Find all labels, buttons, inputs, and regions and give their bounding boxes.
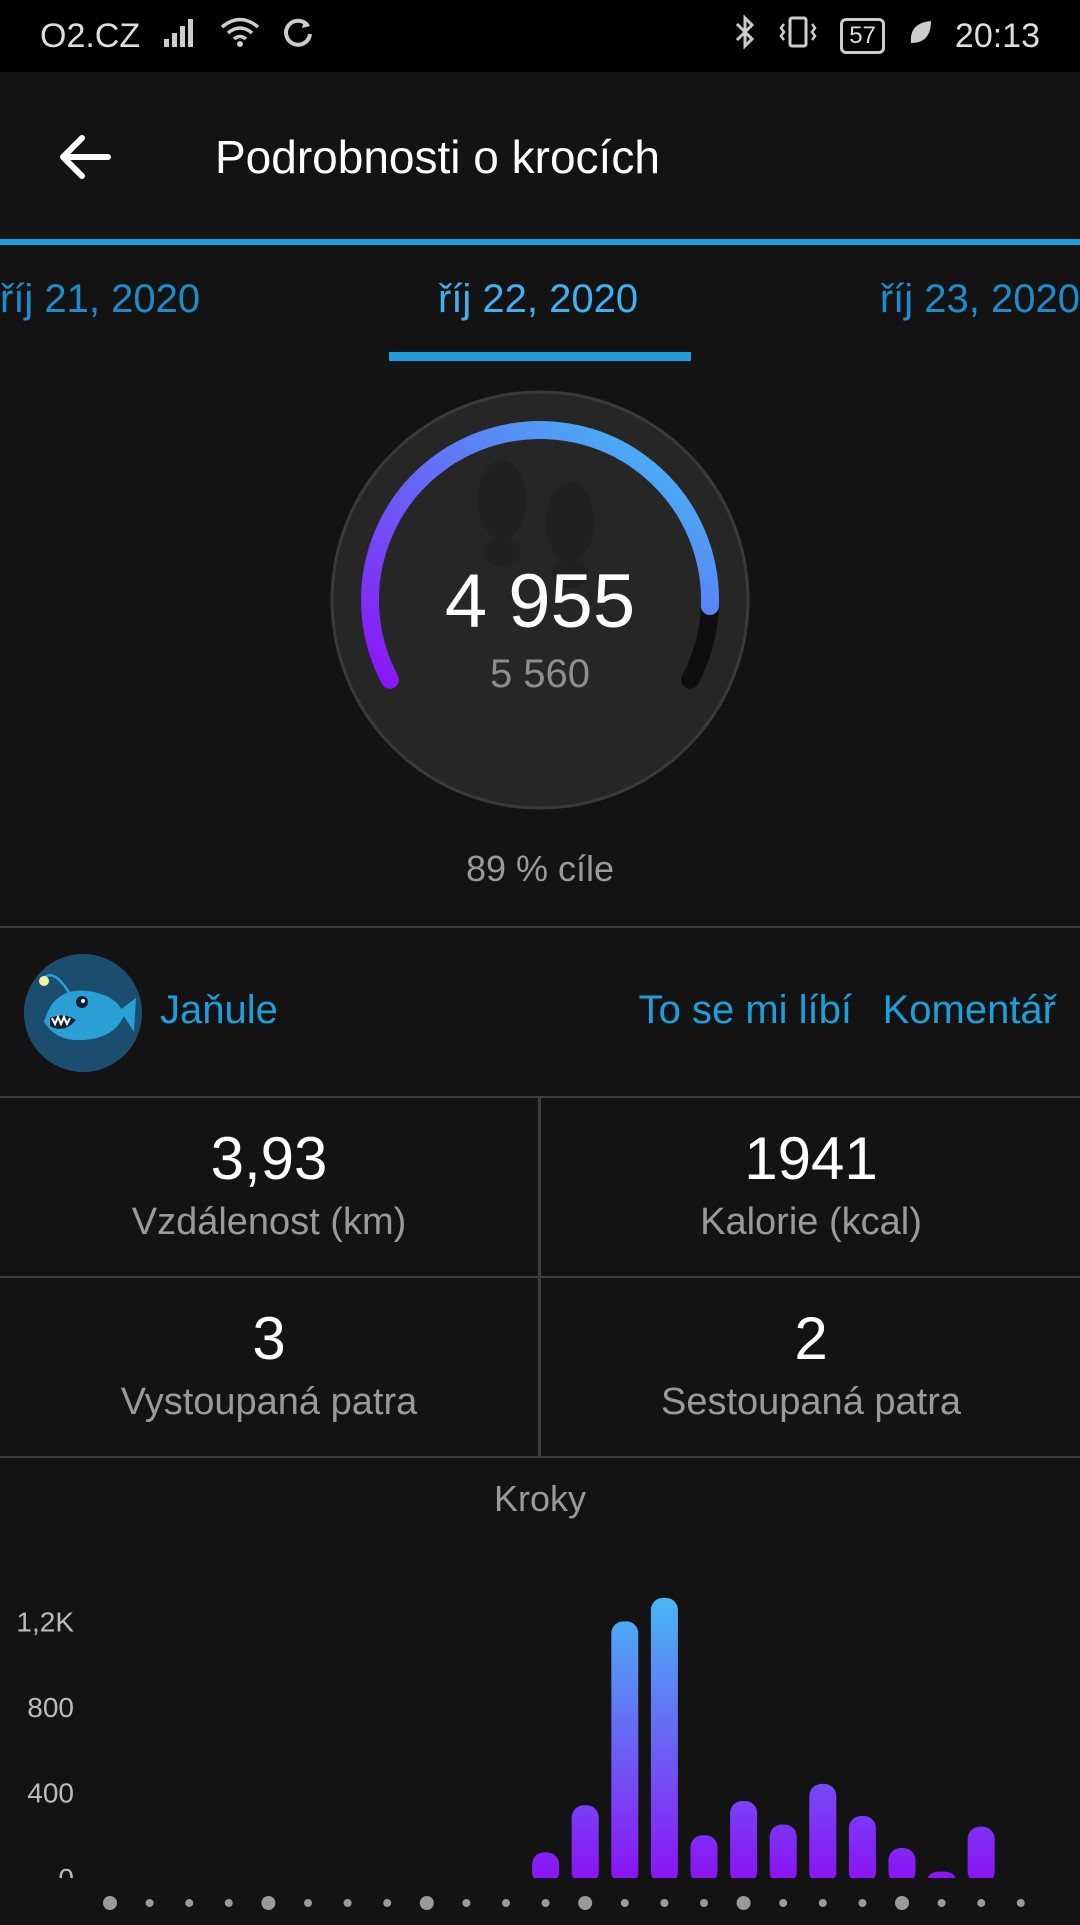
x-axis-hour-dot: [1016, 1899, 1025, 1907]
status-right: 57 20:13: [734, 13, 1040, 58]
x-axis-hour-dot: [736, 1896, 751, 1910]
steps-count: 4 955: [444, 559, 636, 644]
stat-floors-descended: 2 Sestoupaná patra: [542, 1278, 1080, 1456]
arrow-left-icon: [60, 135, 111, 179]
social-row: Jaňule To se mi líbí Komentář: [0, 928, 1080, 1098]
x-axis-hour-dot: [937, 1899, 946, 1907]
x-axis-hour-dot: [145, 1899, 154, 1907]
x-axis-hour-dot: [578, 1896, 593, 1910]
x-axis-hour-dot: [895, 1896, 909, 1910]
divider: [0, 1456, 1080, 1458]
page-title: Podrobnosti o krocích: [215, 131, 660, 183]
signal-icon: [162, 17, 198, 56]
stat-label: Vystoupaná patra: [120, 1381, 418, 1423]
chart-bar: [611, 1621, 639, 1884]
x-axis-hour-dot: [185, 1899, 194, 1907]
chart-bar: [690, 1835, 718, 1884]
goal-percentage: 89 % cíle: [465, 848, 615, 889]
x-axis-hour-dot: [343, 1899, 352, 1907]
bluetooth-icon: [734, 13, 756, 58]
chart-bar: [848, 1815, 876, 1884]
app-bar: Podrobnosti o krocích: [0, 72, 1080, 242]
tab-current-day[interactable]: říj 22, 2020: [438, 277, 638, 322]
battery-icon: 57: [840, 18, 885, 54]
stat-calories: 1941 Kalorie (kcal): [542, 1098, 1080, 1276]
clock: 20:13: [954, 16, 1040, 55]
anglerfish-avatar-icon: [24, 954, 142, 1072]
x-axis-hour-dot: [304, 1899, 312, 1907]
chart-bar: [730, 1801, 758, 1884]
x-axis-hour-dot: [620, 1899, 629, 1907]
vibrate-icon: [778, 15, 818, 58]
x-axis-hour-dot: [502, 1899, 510, 1907]
avatar[interactable]: [24, 954, 142, 1072]
back-button[interactable]: [40, 112, 130, 202]
username-link[interactable]: Jaňule: [160, 988, 278, 1033]
x-axis-hour-dot: [103, 1896, 117, 1910]
tab-previous-day[interactable]: říj 21, 2020: [0, 277, 200, 322]
stat-value: 2: [794, 1305, 828, 1372]
status-bar: O2.CZ 57 20:13: [0, 0, 1080, 72]
chart-bar: [967, 1826, 995, 1884]
stat-distance: 3,93 Vzdálenost (km): [0, 1098, 538, 1276]
x-axis-hour-dot: [541, 1899, 550, 1907]
stat-floors-climbed: 3 Vystoupaná patra: [0, 1278, 538, 1456]
leaf-icon: [907, 17, 933, 56]
x-axis-hour-dot: [660, 1899, 669, 1907]
x-axis-hour-dot: [977, 1899, 986, 1907]
x-axis-hour-dot: [383, 1899, 392, 1907]
y-tick-label: 400: [27, 1777, 74, 1808]
x-axis-hour-dot: [419, 1896, 434, 1910]
y-tick-label: 1,2K: [16, 1606, 74, 1637]
comment-button[interactable]: Komentář: [883, 988, 1056, 1033]
chart-bar: [769, 1824, 797, 1884]
stat-label: Kalorie (kcal): [700, 1201, 922, 1243]
steps-chart: 04008001,2K: [0, 1560, 1080, 1920]
x-axis-hour-dot: [818, 1899, 827, 1907]
status-left: O2.CZ: [40, 16, 314, 57]
stat-value: 3: [252, 1305, 286, 1372]
tab-indicator: [389, 352, 691, 361]
x-axis-hour-dot: [462, 1899, 471, 1907]
stat-label: Vzdálenost (km): [131, 1201, 407, 1243]
chart-title: Kroky: [493, 1478, 587, 1519]
like-button[interactable]: To se mi líbí: [639, 988, 852, 1033]
carrier-label: O2.CZ: [40, 16, 141, 55]
chart-bar: [809, 1783, 837, 1884]
x-axis-hour-dot: [700, 1899, 708, 1907]
stat-value: 3,93: [210, 1125, 328, 1192]
date-tabs: říj 21, 2020 říj 22, 2020 říj 23, 2020: [0, 245, 1080, 365]
sync-icon: [282, 16, 314, 57]
chart-bar: [650, 1597, 678, 1884]
chart-bar: [571, 1805, 599, 1884]
stats-vertical-divider: [538, 1098, 541, 1458]
x-axis-hour-dot: [779, 1899, 788, 1907]
y-tick-label: 800: [27, 1692, 74, 1723]
x-axis-hour-dot: [261, 1896, 276, 1910]
tab-next-day[interactable]: říj 23, 2020: [880, 277, 1080, 322]
wifi-icon: [220, 16, 260, 57]
stat-label: Sestoupaná patra: [660, 1381, 961, 1423]
x-axis-hour-dot: [858, 1899, 867, 1907]
steps-goal: 5 560: [489, 652, 591, 696]
stat-value: 1941: [744, 1125, 878, 1192]
x-axis-hour-dot: [224, 1899, 233, 1907]
